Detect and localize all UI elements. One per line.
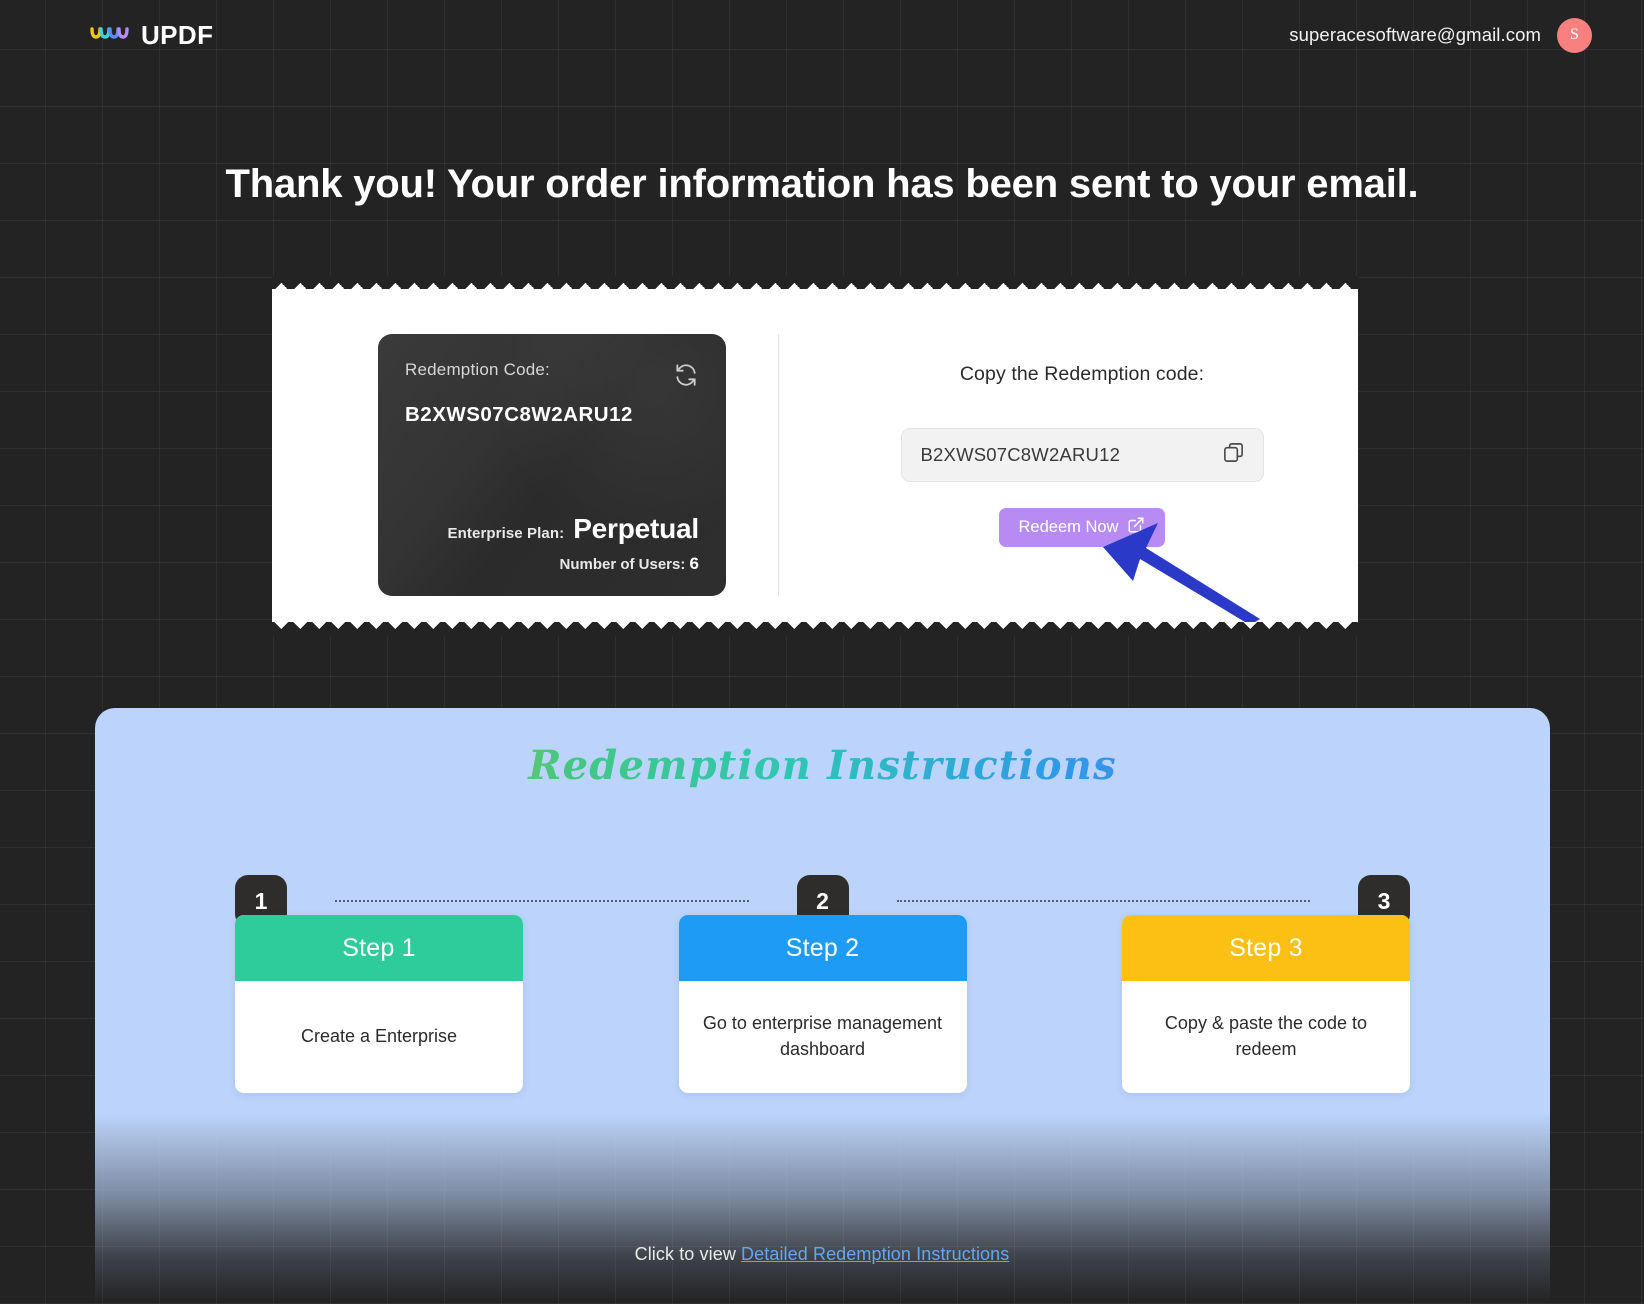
redemption-code-card: Redemption Code: B2XWS07C8W2ARU12 Enterp… — [378, 334, 726, 596]
avatar[interactable]: S — [1557, 17, 1592, 53]
step-card-2: Step 2 Go to enterprise management dashb… — [678, 915, 967, 1093]
step-card-1: Step 1 Create a Enterprise — [235, 915, 523, 1093]
order-ticket: Redemption Code: B2XWS07C8W2ARU12 Enterp… — [272, 276, 1358, 649]
step-connector-2 — [896, 900, 1310, 902]
footer-prefix: Click to view — [634, 1244, 742, 1264]
brand-name: UPDF — [141, 19, 214, 50]
card-spacer — [405, 427, 699, 513]
users-count: 6 — [689, 554, 699, 573]
instructions-title: Redemption Instructions — [95, 742, 1550, 789]
ticket-divider — [778, 334, 779, 596]
redeem-now-button[interactable]: Redeem Now — [999, 508, 1165, 547]
user-email: superacesoftware@gmail.com — [1289, 24, 1541, 45]
users-label: Number of Users: — [559, 556, 686, 573]
plan-value: Perpetual — [573, 513, 699, 544]
step-connector-1 — [335, 900, 749, 902]
page-header: UPDF superacesoftware@gmail.com S — [0, 0, 1644, 70]
updf-wave-logo-icon — [90, 25, 130, 46]
footer-instructions-link-row: Click to view Detailed Redemption Instru… — [0, 1244, 1644, 1265]
code-copy-field[interactable]: B2XWS07C8W2ARU12 — [900, 428, 1264, 482]
step-3-header: Step 3 — [1122, 915, 1410, 981]
code-card-header: Redemption Code: — [405, 360, 699, 393]
page-title: Thank you! Your order information has be… — [225, 162, 1419, 206]
external-link-icon — [1127, 516, 1145, 539]
copy-panel-title: Copy the Redemption code: — [959, 363, 1205, 385]
header-account: superacesoftware@gmail.com S — [1289, 17, 1592, 53]
step-2-body: Go to enterprise management dashboard — [702, 1012, 943, 1059]
users-row: Number of Users: 6 — [405, 554, 700, 574]
plan-label: Enterprise Plan: — [447, 525, 565, 542]
ticket-bottom-edge — [272, 622, 1358, 636]
refresh-icon[interactable] — [673, 362, 699, 393]
ticket-body: Redemption Code: B2XWS07C8W2ARU12 Enterp… — [272, 289, 1358, 636]
brand[interactable]: UPDF — [90, 20, 213, 51]
step-1-body: Create a Enterprise — [300, 1025, 458, 1046]
redemption-code-label: Redemption Code: — [405, 360, 550, 379]
step-card-3: Step 3 Copy & paste the code to redeem — [1122, 915, 1410, 1093]
code-copy-value: B2XWS07C8W2ARU12 — [920, 444, 1121, 465]
step-1-header: Step 1 — [235, 915, 523, 981]
redemption-instructions-panel: Redemption Instructions 1 2 3 Step 1 Cre… — [95, 708, 1550, 1304]
step-2-header: Step 2 — [678, 915, 967, 981]
ticket-top-edge — [272, 276, 1358, 290]
step-cards-row: Step 1 Create a Enterprise Step 2 Go to … — [235, 915, 1410, 1093]
redemption-code-value: B2XWS07C8W2ARU12 — [405, 403, 633, 426]
step-3-body: Copy & paste the code to redeem — [1164, 1012, 1368, 1059]
redeem-now-label: Redeem Now — [1018, 518, 1119, 536]
copy-panel: Copy the Redemption code: B2XWS07C8W2ARU… — [832, 363, 1332, 547]
plan-row: Enterprise Plan: Perpetual — [405, 513, 700, 545]
detailed-instructions-link[interactable]: Detailed Redemption Instructions — [741, 1244, 1009, 1264]
copy-icon[interactable] — [1222, 441, 1245, 469]
